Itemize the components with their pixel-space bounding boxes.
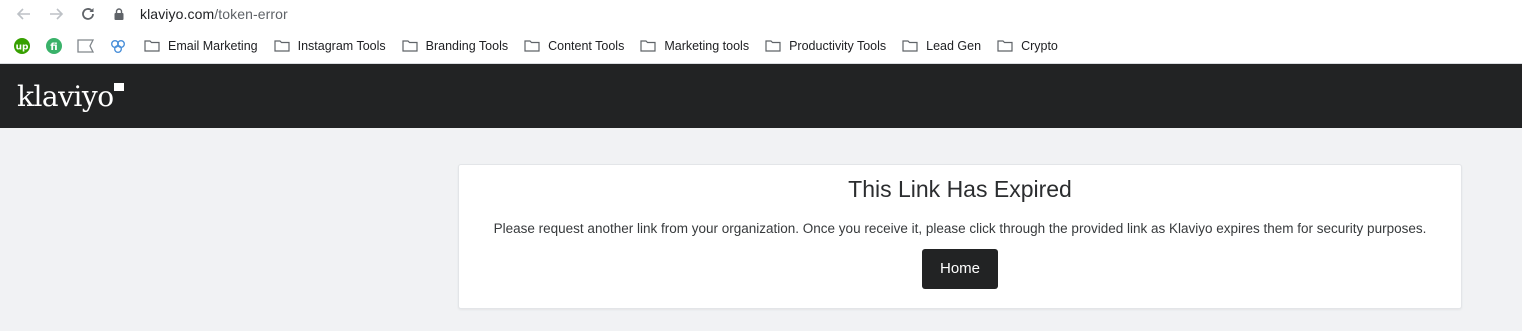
klaviyo-logo[interactable]: klaviyo [17,79,124,113]
expired-message: Please request another link from your or… [493,221,1427,236]
bookmark-folder[interactable]: Crypto [997,39,1058,53]
url-text: klaviyo.com/token-error [140,6,288,22]
bookmarks-bar: up fi Email Marketing Instagram Tools Bran… [0,28,1522,64]
bookmark-folder[interactable]: Branding Tools [402,39,508,53]
bookmark-folder-label: Content Tools [548,38,625,53]
bookmark-folder[interactable]: Instagram Tools [274,39,386,53]
bookmark-folder-label: Marketing tools [664,38,750,53]
folder-icon [274,40,290,52]
page-title: This Link Has Expired [848,176,1072,202]
bookmark-folders: Email Marketing Instagram Tools Branding T… [144,39,1074,53]
klaviyo-header: klaviyo [0,64,1522,128]
folder-icon [144,40,160,52]
url-domain: klaviyo.com [140,6,215,22]
bookmark-folder-label: Lead Gen [926,38,982,53]
address-bar[interactable]: klaviyo.com/token-error [112,1,288,27]
reload-icon[interactable] [72,1,104,27]
folder-icon [402,40,418,52]
back-icon[interactable] [8,1,40,27]
svg-text:up: up [16,42,29,52]
bookmark-folder-label: Branding Tools [425,38,509,53]
bookmark-folder-label: Productivity Tools [789,38,887,53]
folder-icon [524,40,540,52]
chain-icon[interactable] [108,36,128,56]
upwork-icon[interactable]: up [12,36,32,56]
expired-card: This Link Has Expired Please request ano… [458,164,1462,309]
bookmark-folder-label: Crypto [1021,38,1058,53]
fi-icon[interactable]: fi [44,36,64,56]
bookmark-folder[interactable]: Email Marketing [144,39,258,53]
folder-icon [765,40,781,52]
bookmark-folder-label: Email Marketing [168,38,258,53]
forward-icon[interactable] [40,1,72,27]
folder-icon [902,40,918,52]
folder-icon [997,40,1013,52]
svg-text:fi: fi [50,42,57,53]
browser-toolbar: klaviyo.com/token-error [0,0,1522,28]
bookmark-folder[interactable]: Productivity Tools [765,39,886,53]
home-button[interactable]: Home [922,249,998,289]
flag-icon[interactable] [76,36,96,56]
bookmark-folder[interactable]: Marketing tools [640,39,749,53]
logo-flag-icon [113,82,124,91]
bookmark-folder[interactable]: Content Tools [524,39,624,53]
url-path: /token-error [214,6,288,22]
bookmark-folder-label: Instagram Tools [297,38,386,53]
lock-icon [112,7,126,21]
main-content: This Link Has Expired Please request ano… [0,128,1522,331]
logo-text: klaviyo [17,79,114,113]
folder-icon [640,40,656,52]
bookmark-folder[interactable]: Lead Gen [902,39,981,53]
